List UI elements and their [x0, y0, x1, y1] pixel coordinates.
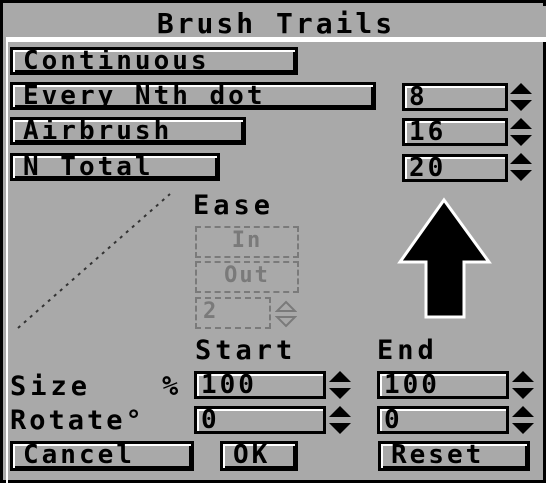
up-arrow-icon[interactable]	[396, 196, 492, 322]
up-down-arrow-icon[interactable]	[509, 117, 533, 147]
every-nth-dot-button[interactable]: Every Nth dot	[10, 82, 376, 110]
ease-curve-preview	[14, 190, 174, 332]
size-end-field[interactable]: 100	[377, 371, 509, 399]
airbrush-field[interactable]: 16	[402, 118, 508, 146]
up-down-arrow-icon[interactable]	[511, 370, 535, 400]
title-bar[interactable]: Brush Trails	[6, 6, 546, 40]
end-heading: End	[377, 335, 438, 366]
gear-icon[interactable]	[274, 300, 298, 328]
size-label: Size	[10, 371, 92, 402]
rotate-label: Rotate°	[10, 405, 145, 436]
ease-out-button[interactable]: Out	[195, 261, 299, 293]
every-nth-dot-field[interactable]: 8	[402, 83, 508, 111]
rotate-start-field[interactable]: 0	[194, 406, 326, 434]
up-down-arrow-icon[interactable]	[328, 370, 352, 400]
up-down-arrow-icon[interactable]	[509, 82, 533, 112]
size-unit-label: %	[162, 371, 183, 402]
n-total-button[interactable]: N Total	[10, 153, 220, 181]
reset-button[interactable]: Reset	[378, 441, 530, 471]
start-heading: Start	[195, 335, 297, 366]
rotate-end-field[interactable]: 0	[377, 406, 509, 434]
cancel-button[interactable]: Cancel	[10, 441, 194, 471]
ease-value-field[interactable]: 2	[195, 297, 271, 329]
ease-in-button[interactable]: In	[195, 226, 299, 258]
n-total-field[interactable]: 20	[402, 154, 508, 182]
airbrush-button[interactable]: Airbrush	[10, 117, 246, 145]
ok-button[interactable]: OK	[220, 441, 298, 471]
up-down-arrow-icon[interactable]	[509, 152, 533, 182]
ease-heading: Ease	[193, 190, 275, 221]
size-start-field[interactable]: 100	[194, 371, 326, 399]
up-down-arrow-icon[interactable]	[511, 405, 535, 435]
up-down-arrow-icon[interactable]	[328, 405, 352, 435]
window-title: Brush Trails	[156, 7, 396, 40]
continuous-button[interactable]: Continuous	[10, 47, 298, 75]
